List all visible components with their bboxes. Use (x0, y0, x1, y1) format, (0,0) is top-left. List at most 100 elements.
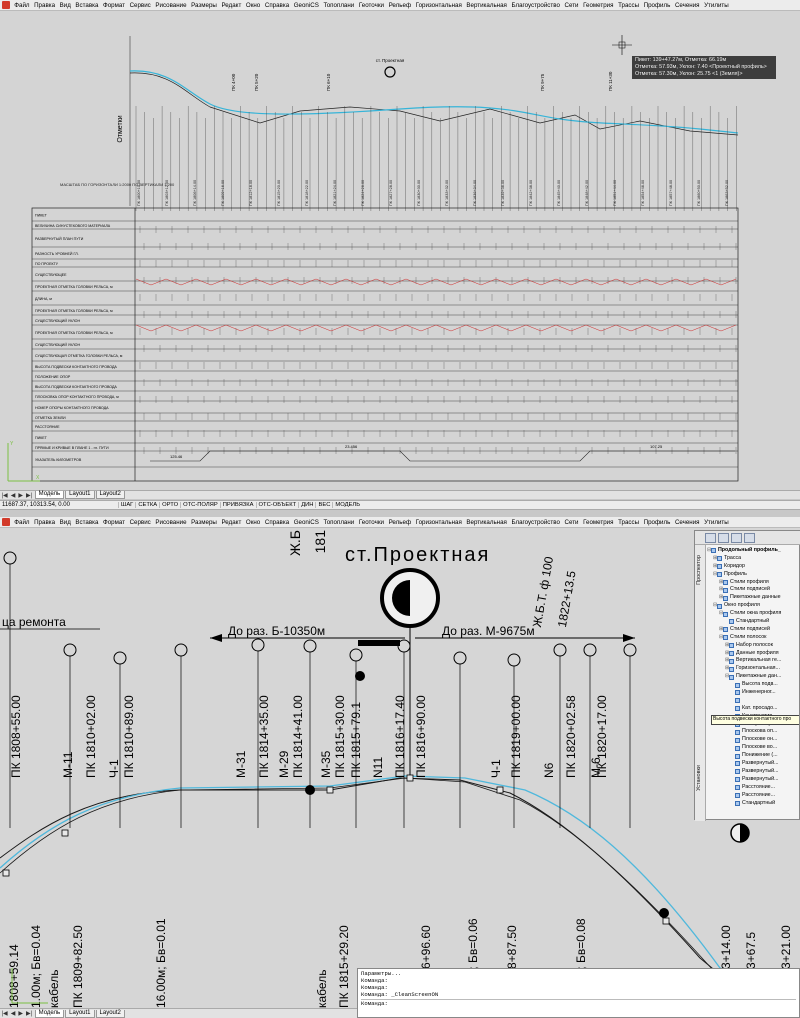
tree-node[interactable]: Стандартный (707, 618, 799, 626)
menu-item[interactable]: Справка (263, 519, 292, 526)
tree-node[interactable]: Развернутый... (707, 768, 799, 776)
first-tab-icon[interactable]: |◀ (0, 492, 9, 499)
menu-item[interactable]: Горизонтальная (413, 519, 464, 526)
menu-item[interactable]: Сечения (673, 2, 702, 9)
app-icon[interactable] (2, 518, 10, 526)
tab-layout2[interactable]: Layout2 (95, 491, 125, 499)
menu-item[interactable]: Правка (32, 2, 58, 9)
tree-node[interactable]: Кат. просадо... (707, 705, 799, 713)
menu-item[interactable]: Топоплани (321, 2, 356, 9)
tree-node[interactable]: Плоскова оп... (707, 728, 799, 736)
prev-tab-icon[interactable]: ◀ (9, 1010, 17, 1017)
status-toggle-button[interactable]: СЕТКА (135, 502, 159, 508)
palette-tool-icon[interactable] (731, 533, 742, 543)
palette-tool-icon[interactable] (705, 533, 716, 543)
tree-node[interactable]: Плоскове во... (707, 744, 799, 752)
menu-item[interactable]: Благоустройство (509, 2, 562, 9)
menu-item[interactable]: Окно (244, 519, 263, 526)
last-tab-icon[interactable]: ▶| (24, 492, 33, 499)
tree-node[interactable]: Инженерног... (707, 689, 799, 697)
tree-node[interactable]: Понижение (... (707, 752, 799, 760)
menu-item[interactable]: Редакт (219, 2, 243, 9)
menu-item[interactable]: Вставка (73, 519, 101, 526)
tab-model[interactable]: Модель (34, 1009, 65, 1018)
app-icon[interactable] (2, 1, 10, 9)
prev-tab-icon[interactable]: ◀ (9, 492, 17, 499)
menu-item[interactable]: Профиль (641, 2, 672, 9)
status-toggle-button[interactable]: ОТС-ОБЪЕКТ (255, 502, 299, 508)
status-toggle-button[interactable]: ПРИВЯЗКА (219, 502, 256, 508)
tree-node[interactable]: ⊞ Горизонтальная... (707, 665, 799, 673)
tab-layout2[interactable]: Layout2 (95, 1009, 125, 1018)
next-tab-icon[interactable]: ▶ (17, 492, 25, 499)
status-toggle-button[interactable]: ОТС-ПОЛЯР (180, 502, 220, 508)
tree-node[interactable]: ⊞ Стили подписей (707, 586, 799, 594)
menu-item[interactable]: Рельеф (386, 519, 413, 526)
tree-node[interactable]: ⊟ Профиль (707, 571, 799, 579)
tab-layout1[interactable]: Layout1 (65, 491, 95, 499)
menu-item[interactable]: Профиль (641, 519, 672, 526)
tree-node[interactable]: ⊟ Стили полосок (707, 634, 799, 642)
menu-item[interactable]: Рисование (153, 2, 189, 9)
menu-item[interactable]: Благоустройство (509, 519, 562, 526)
menu-item[interactable]: Геометрия (581, 2, 616, 9)
menu-item[interactable]: Размеры (189, 519, 219, 526)
settings-tab[interactable]: Установки (696, 765, 702, 791)
tree-node[interactable]: Развернутый... (707, 760, 799, 768)
tree-node[interactable]: Стандартный (707, 800, 799, 808)
tree-node[interactable]: ⊞ Данные профиля (707, 650, 799, 658)
tree-node[interactable]: Расстояние... (707, 784, 799, 792)
prospector-tab[interactable]: Проспектор (696, 555, 702, 585)
menu-item[interactable]: Вид (57, 519, 73, 526)
menu-item[interactable]: Трассы (616, 519, 642, 526)
status-toggle-button[interactable]: ШАГ (118, 502, 135, 508)
menu-item[interactable]: Вид (57, 2, 73, 9)
next-tab-icon[interactable]: ▶ (17, 1010, 25, 1017)
menu-item[interactable]: Сети (562, 519, 581, 526)
palette-tool-icon[interactable] (718, 533, 729, 543)
menu-item[interactable]: Рисование (153, 519, 189, 526)
status-toggle-button[interactable]: ДИН (298, 502, 315, 508)
tree-node[interactable]: ⊟ Продольный профиль_ (707, 547, 799, 555)
menu-item[interactable]: Файл (12, 2, 32, 9)
tree-node[interactable]: Высота подв... (707, 681, 799, 689)
prospector-palette[interactable]: Проспектор Установки ⊟ Продольный профиль… (694, 530, 800, 821)
menu-item[interactable]: Геоточки (357, 2, 387, 9)
tree-node[interactable] (707, 697, 799, 705)
menu-item[interactable]: Рельеф (386, 2, 413, 9)
menu-item[interactable]: Сервис (127, 2, 153, 9)
tree-node[interactable]: ⊞ Пикетажные данные (707, 594, 799, 602)
tree-node[interactable]: Развернутый... (707, 776, 799, 784)
status-toggle-button[interactable]: ВЕС (315, 502, 332, 508)
tree-node[interactable]: ⊟ Окно профиля (707, 602, 799, 610)
menu-item[interactable]: Утилиты (702, 519, 731, 526)
tree-node[interactable]: ⊟ Стили окна профиля (707, 610, 799, 618)
menu-item[interactable]: Утилиты (702, 2, 731, 9)
prospector-tree[interactable]: ⊟ Продольный профиль_ ⊞ Трасса ⊞ Коридор ⊟ Проф… (707, 547, 799, 819)
bottom-drawing-canvas[interactable]: ст.Проектная ца ремонта Ж.Б 181 До раз. Б-10… (0, 528, 800, 1008)
first-tab-icon[interactable]: |◀ (0, 1010, 9, 1017)
tree-node[interactable]: Плоскове он... (707, 736, 799, 744)
tree-node[interactable]: ⊞ Коридор (707, 563, 799, 571)
menu-item[interactable]: Размеры (189, 2, 219, 9)
command-input[interactable]: Команда: (361, 999, 796, 1007)
menu-item[interactable]: Вертикальная (464, 2, 509, 9)
tree-node[interactable]: ⊟ Пикетажные дан... (707, 673, 799, 681)
tab-layout1[interactable]: Layout1 (65, 1009, 95, 1018)
menu-item[interactable]: Правка (32, 519, 58, 526)
status-toggle-button[interactable]: ОРТО (159, 502, 180, 508)
menu-item[interactable]: Справка (263, 2, 292, 9)
menu-item[interactable]: Формат (101, 519, 128, 526)
last-tab-icon[interactable]: ▶| (24, 1010, 33, 1017)
top-drawing-canvas[interactable]: Отметки ПК 4+00 ПК 5+20 ПК 6+10 ПК 9+75 ПК 11… (0, 11, 800, 490)
menu-item[interactable]: Топоплани (321, 519, 356, 526)
menu-item[interactable]: Редакт (219, 519, 243, 526)
tree-node[interactable]: ⊞ Трасса (707, 555, 799, 563)
menu-item[interactable]: Вертикальная (464, 519, 509, 526)
menu-item[interactable]: Сечения (673, 519, 702, 526)
menu-item[interactable]: Геометрия (581, 519, 616, 526)
tree-node[interactable]: ⊞ Вертикальная ге... (707, 657, 799, 665)
menu-item[interactable]: Горизонтальная (413, 2, 464, 9)
tab-model[interactable]: Модель (34, 491, 65, 499)
menu-item[interactable]: Вставка (73, 2, 101, 9)
